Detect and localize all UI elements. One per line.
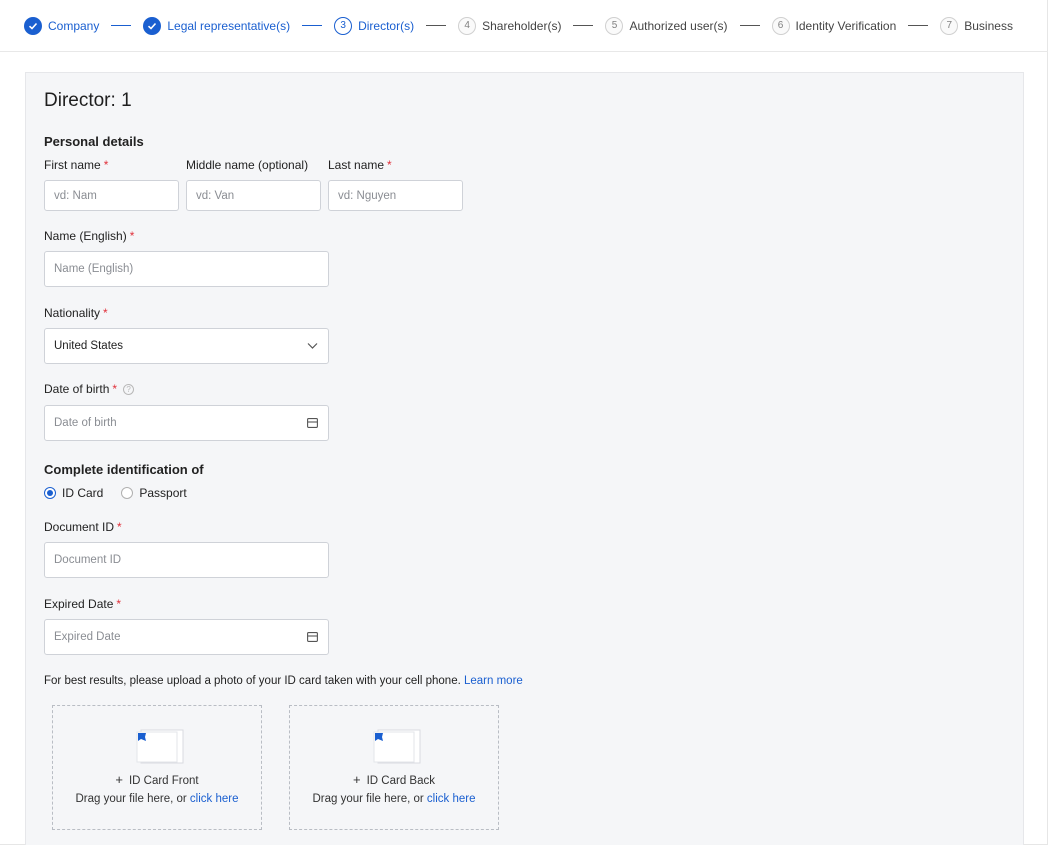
radio-selected-icon [44, 487, 56, 499]
first-name-input[interactable]: vd: Nam [44, 180, 179, 211]
step-number: 4 [458, 16, 477, 35]
dob-input[interactable]: Date of birth [44, 405, 329, 441]
personal-details-heading: Personal details [44, 134, 144, 149]
check-icon [143, 16, 162, 35]
step-connector [111, 25, 132, 26]
help-icon[interactable]: ? [123, 384, 135, 396]
upload-drag-text: Drag your file here, or click here [312, 793, 476, 805]
click-here-link[interactable]: click here [427, 793, 476, 805]
step-label: Authorized user(s) [629, 18, 728, 33]
last-name-label: Last name * [328, 158, 392, 172]
upload-drag-text: Drag your file here, or click here [75, 793, 239, 805]
document-id-input[interactable]: Document ID [44, 542, 329, 578]
director-form-card: Director: 1 Personal details First name *… [25, 72, 1024, 845]
step-connector [908, 25, 929, 26]
upload-label: + ID Card Front [115, 772, 199, 787]
radio-label: ID Card [62, 486, 104, 500]
check-icon [24, 16, 42, 35]
form-title: Director: 1 [44, 90, 132, 111]
id-card-image-icon [373, 729, 421, 764]
upload-id-card-back[interactable]: + ID Card Back Drag your file here, or cl… [289, 705, 499, 830]
calendar-icon[interactable] [307, 632, 318, 642]
step-label: Company [48, 18, 100, 33]
progress-stepper: Company Legal representative(s) 3 Direct… [0, 0, 1048, 52]
name-english-input[interactable]: Name (English) [44, 251, 329, 287]
click-here-link[interactable]: click here [190, 793, 239, 805]
expired-date-placeholder: Expired Date [54, 631, 121, 643]
id-card-image-icon [136, 729, 184, 764]
step-connector [739, 25, 760, 26]
step-label: Identity Verification [795, 18, 897, 33]
middle-name-label: Middle name (optional) [186, 158, 309, 172]
radio-unselected-icon [121, 487, 134, 499]
upload-label: + ID Card Back [353, 772, 435, 787]
step-company[interactable]: Company [24, 16, 100, 35]
step-legal-representatives[interactable]: Legal representative(s) [143, 16, 291, 35]
step-connector [573, 25, 594, 26]
chevron-down-icon [307, 343, 318, 350]
step-label: Business [964, 18, 1013, 33]
nationality-value: United States [54, 340, 124, 352]
id-type-radio-group: ID Card Passport [44, 486, 205, 500]
step-number: 5 [605, 16, 624, 35]
nationality-select[interactable]: United States [44, 328, 329, 364]
step-number: 3 [334, 16, 353, 35]
radio-passport[interactable]: Passport [121, 486, 187, 500]
learn-more-link[interactable]: Learn more [464, 675, 523, 687]
calendar-icon[interactable] [307, 418, 318, 428]
upload-id-card-front[interactable]: + ID Card Front Drag your file here, or c… [52, 705, 262, 830]
radio-id-card[interactable]: ID Card [44, 486, 103, 500]
step-directors[interactable]: 3 Director(s) [334, 16, 415, 35]
expired-date-label: Expired Date * [44, 597, 122, 611]
step-label: Shareholder(s) [482, 18, 562, 33]
expired-date-input[interactable]: Expired Date [44, 619, 329, 655]
radio-label: Passport [139, 486, 187, 500]
step-label: Legal representative(s) [167, 18, 291, 33]
document-id-label: Document ID * [44, 520, 122, 534]
nationality-label: Nationality * [44, 306, 108, 320]
last-name-input[interactable]: vd: Nguyen [328, 180, 463, 211]
step-connector [426, 25, 447, 26]
page: Company Legal representative(s) 3 Direct… [0, 0, 1048, 845]
step-shareholders[interactable]: 4 Shareholder(s) [458, 16, 562, 35]
step-number: 6 [771, 16, 790, 35]
dob-label: Date of birth *? [44, 382, 135, 396]
step-authorized-users[interactable]: 5 Authorized user(s) [605, 16, 728, 35]
dob-placeholder: Date of birth [54, 417, 117, 429]
middle-name-input[interactable]: vd: Van [186, 180, 321, 211]
step-connector [302, 25, 323, 26]
first-name-label: First name * [44, 158, 109, 172]
step-label: Director(s) [358, 18, 415, 33]
plus-icon: + [353, 772, 361, 787]
plus-icon: + [115, 772, 123, 787]
step-business[interactable]: 7 Business [940, 16, 1013, 35]
upload-hint: For best results, please upload a photo … [44, 675, 523, 687]
identification-heading: Complete identification of [44, 462, 204, 477]
step-number: 7 [940, 16, 959, 35]
name-english-label: Name (English) * [44, 229, 135, 243]
step-identity-verification[interactable]: 6 Identity Verification [771, 16, 897, 35]
